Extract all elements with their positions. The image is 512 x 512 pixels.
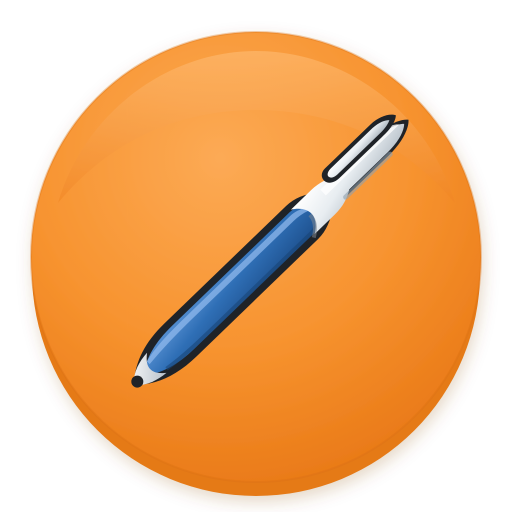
app-icon[interactable]: pen-icon [0,0,512,512]
pen-app-icon-graphic [30,31,482,496]
